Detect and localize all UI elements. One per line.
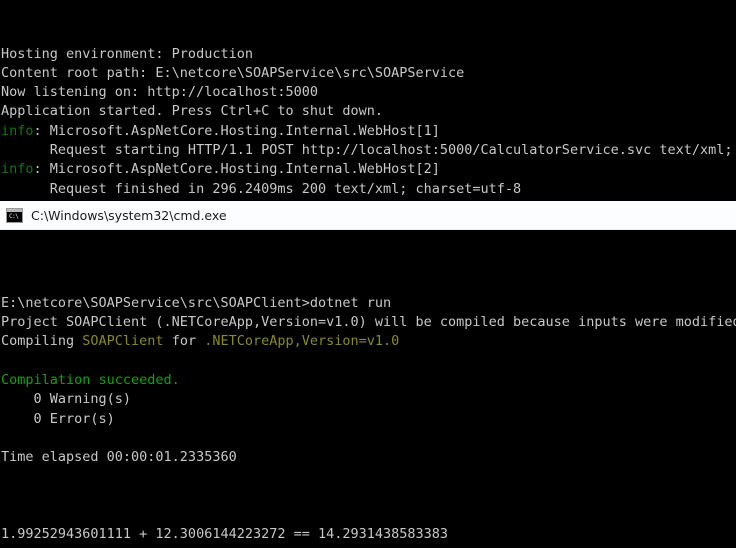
client-console-output-area[interactable]: E:\netcore\SOAPService\src\SOAPClient>do… xyxy=(0,230,736,548)
client-console-line xyxy=(1,468,736,487)
client-console-line-text: 0 Error(s) xyxy=(1,410,115,427)
client-console-line: 1.99252943601111 + 12.3006144223272 == 1… xyxy=(1,525,736,544)
service-console-line: info: Microsoft.AspNetCore.Hosting.Inter… xyxy=(1,160,736,179)
cmd-icon-titlestrip xyxy=(7,208,22,212)
client-console-line: E:\netcore\SOAPService\src\SOAPClient>do… xyxy=(1,294,736,313)
client-console-line-segment: SOAPClient xyxy=(82,333,164,350)
client-console-output: E:\netcore\SOAPService\src\SOAPClient>do… xyxy=(1,275,736,548)
service-console-output: Hosting environment: Production Content r… xyxy=(1,45,736,201)
service-console-line-text: : Microsoft.AspNetCore.Hosting.Internal.… xyxy=(33,161,440,178)
client-console-line xyxy=(1,275,736,294)
client-console-line: Compilation succeeded. xyxy=(1,371,736,390)
client-console-line-text xyxy=(1,430,9,446)
client-console-line-text: Project SOAPClient (.NETCoreApp,Version=… xyxy=(1,314,736,331)
service-console-line-text: Application started. Press Ctrl+C to shu… xyxy=(1,103,384,120)
service-console-line: Content root path: E:\netcore\SOAPServic… xyxy=(1,64,736,83)
client-console-title: C:\Windows\system32\cmd.exe xyxy=(31,207,227,223)
client-console-line xyxy=(1,429,736,448)
client-console-line-segment: .NETCoreApp,Version=v1.0 xyxy=(204,333,400,350)
client-console-line-segment: for xyxy=(163,333,205,350)
service-console-line-text: Request starting HTTP/1.1 POST http://lo… xyxy=(1,142,736,159)
cmd-icon: C:\ xyxy=(6,207,23,223)
service-console-line-text: Request finished in 296.2409ms 200 text/… xyxy=(1,180,522,197)
client-console-titlebar[interactable]: C:\ C:\Windows\system32\cmd.exe xyxy=(0,201,736,230)
service-console-line: Request finished in 296.2409ms 200 text/… xyxy=(1,180,736,199)
service-console-line: info: Microsoft.AspNetCore.Hosting.Inter… xyxy=(1,122,736,141)
client-console-line-text xyxy=(1,276,9,292)
client-console-line-text: 0 Warning(s) xyxy=(1,391,132,408)
service-console-line: Application started. Press Ctrl+C to shu… xyxy=(1,102,736,121)
client-console-line-segment: Compiling xyxy=(1,333,83,350)
client-console-line xyxy=(1,506,736,525)
service-console-line-text: Hosting environment: Production xyxy=(1,45,253,62)
service-console-line: Request starting HTTP/1.1 POST http://lo… xyxy=(1,141,736,160)
client-console-line-text: E:\netcore\SOAPService\src\SOAPClient>do… xyxy=(1,294,392,311)
service-console-line: Now listening on: http://localhost:5000 xyxy=(1,83,736,102)
client-console-line: 0 Error(s) xyxy=(1,410,736,429)
cmd-icon-prompt-text: C:\ xyxy=(9,212,19,220)
client-console-line: Time elapsed 00:00:01.2335360 xyxy=(1,448,736,467)
client-console-line xyxy=(1,487,736,506)
service-console-window[interactable]: Hosting environment: Production Content r… xyxy=(0,0,736,201)
service-console-line-text: Content root path: E:\netcore\SOAPServic… xyxy=(1,64,465,81)
log-level-label: info xyxy=(1,161,34,178)
client-console-line-text xyxy=(1,507,9,523)
client-console-window[interactable]: C:\ C:\Windows\system32\cmd.exe E:\netco… xyxy=(0,201,736,548)
client-console-line: Project SOAPClient (.NETCoreApp,Version=… xyxy=(1,313,736,332)
client-console-line-text: Compilation succeeded. xyxy=(1,372,180,389)
service-console-line: Hosting environment: Production xyxy=(1,45,736,64)
client-console-line xyxy=(1,352,736,371)
client-console-line-text: Time elapsed 00:00:01.2335360 xyxy=(1,449,237,466)
service-console-line-text: Now listening on: http://localhost:5000 xyxy=(1,84,318,101)
client-console-line-text xyxy=(1,469,9,485)
client-console-line-text xyxy=(1,353,9,369)
client-console-line: Compiling SOAPClient for .NETCoreApp,Ver… xyxy=(1,332,736,351)
service-console-line-text: : Microsoft.AspNetCore.Hosting.Internal.… xyxy=(33,122,440,139)
log-level-label: info xyxy=(1,122,34,139)
client-console-line-text: 1.99252943601111 + 12.3006144223272 == 1… xyxy=(1,526,449,543)
client-console-line: 0 Warning(s) xyxy=(1,390,736,409)
client-console-line-text xyxy=(1,488,9,504)
